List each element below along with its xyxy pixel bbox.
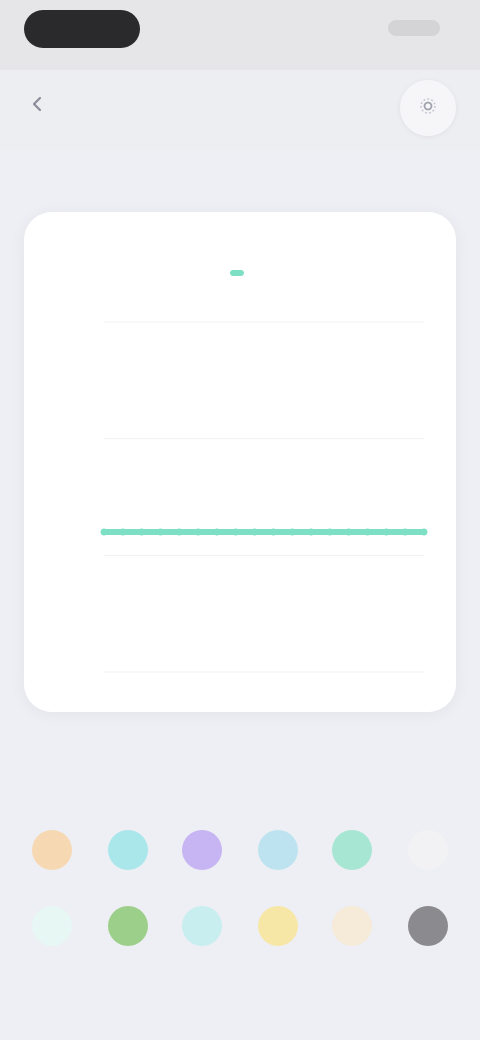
color-swatch-button[interactable] <box>32 830 72 870</box>
data-point <box>401 528 409 536</box>
data-point <box>269 528 277 536</box>
gear-icon <box>419 97 437 120</box>
color-swatch-button[interactable] <box>258 906 298 946</box>
status-indicators <box>388 20 440 36</box>
data-point <box>100 528 108 536</box>
color-swatch-button[interactable] <box>332 906 372 946</box>
settings-button[interactable] <box>400 80 456 136</box>
data-point <box>382 528 390 536</box>
dynamic-island <box>24 10 140 48</box>
data-point <box>326 528 334 536</box>
data-point <box>307 528 315 536</box>
color-swatch-button[interactable] <box>32 906 72 946</box>
data-point <box>194 528 202 536</box>
data-point <box>251 528 259 536</box>
color-swatch-button[interactable] <box>258 830 298 870</box>
data-point <box>345 528 353 536</box>
data-point <box>420 528 428 536</box>
color-swatch-button[interactable] <box>182 830 222 870</box>
color-swatch-button[interactable] <box>182 906 222 946</box>
data-point <box>119 528 127 536</box>
line-chart <box>100 321 428 673</box>
color-swatch-button[interactable] <box>408 830 448 870</box>
back-button[interactable] <box>32 86 48 126</box>
data-point <box>138 528 146 536</box>
color-swatch-button[interactable] <box>108 906 148 946</box>
color-swatch-button[interactable] <box>108 830 148 870</box>
chart-card <box>24 212 456 712</box>
data-point <box>232 528 240 536</box>
color-swatch-button[interactable] <box>332 830 372 870</box>
data-point <box>288 528 296 536</box>
data-point <box>156 528 164 536</box>
data-point <box>213 528 221 536</box>
color-swatch-button[interactable] <box>408 906 448 946</box>
status-bar <box>0 0 480 70</box>
data-point <box>175 528 183 536</box>
chevron-left-icon <box>32 96 42 117</box>
data-point <box>364 528 372 536</box>
